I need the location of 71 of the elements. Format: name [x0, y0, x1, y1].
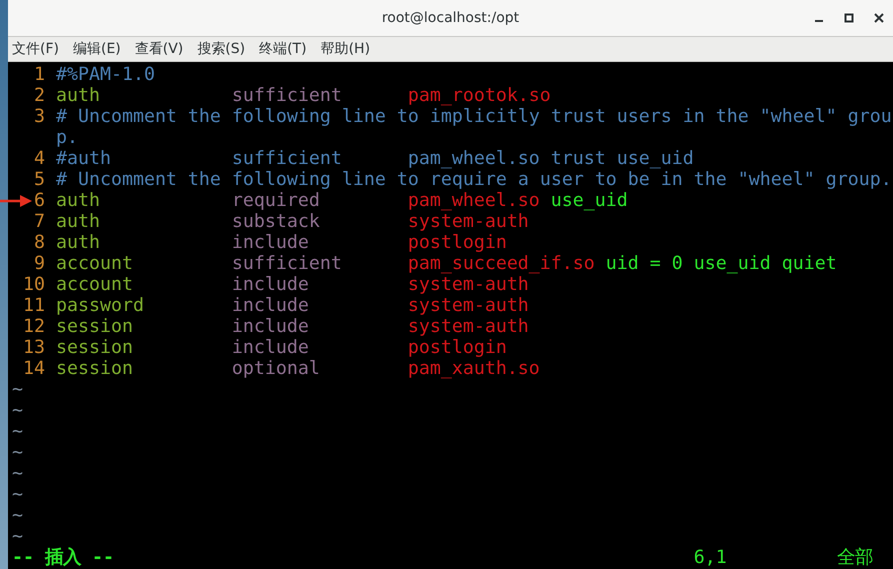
empty-line-marker: ~	[12, 379, 23, 400]
line-number: 9	[32, 253, 45, 274]
pam-control: include	[232, 337, 408, 358]
line-number: 5	[32, 169, 45, 190]
comment-text: pam_wheel.so	[408, 148, 540, 169]
line-number: 4	[32, 148, 45, 169]
comment-text: # Uncomment the following line to require a user to be in the "wheel" group.	[56, 169, 892, 190]
pam-type: session	[56, 337, 134, 358]
line-number: 11	[22, 295, 45, 316]
pam-module: pam_xauth.so	[408, 358, 540, 379]
empty-line-marker: ~	[12, 421, 23, 442]
mode-indicator: -- 插入 --	[12, 547, 115, 568]
pam-control: substack	[232, 211, 408, 232]
pam-control: sufficient	[232, 253, 408, 274]
pam-control: include	[232, 232, 408, 253]
pam-control: include	[232, 274, 408, 295]
pam-type: auth	[56, 190, 101, 211]
pam-module: system-auth	[408, 295, 529, 316]
line-number: 6	[32, 190, 45, 211]
empty-line-marker: ~	[12, 526, 23, 547]
menu-item[interactable]: 编辑(E)	[72, 40, 121, 58]
pam-module: pam_rootok.so	[408, 85, 551, 106]
empty-line-marker: ~	[12, 400, 23, 421]
empty-line-marker: ~	[12, 505, 23, 526]
menu-item[interactable]: 帮助(H)	[320, 40, 370, 58]
line-number: 3	[32, 106, 45, 129]
scroll-position: 全部	[836, 547, 873, 568]
pam-module: postlogin	[408, 337, 507, 358]
pam-type: auth	[56, 85, 101, 106]
line-number: 1	[32, 64, 45, 85]
pam-type: password	[56, 295, 145, 316]
empty-line-marker: ~	[12, 484, 23, 505]
menu-item[interactable]: 文件(F)	[12, 40, 59, 58]
line-number: 8	[32, 232, 45, 253]
comment-text: sufficient	[232, 148, 343, 169]
line-number: 12	[22, 316, 45, 337]
comment-text: trust use_uid	[550, 148, 694, 169]
pam-control: required	[232, 190, 408, 211]
line-number: 7	[32, 211, 45, 232]
pam-type: session	[56, 316, 134, 337]
window-title: root@localhost:/opt	[382, 10, 520, 26]
pam-module: postlogin	[408, 232, 507, 253]
comment-text: #auth	[56, 148, 112, 169]
comment-text: #%PAM-1.0	[56, 64, 155, 85]
cursor-position: 6,1	[694, 547, 728, 568]
pam-type: auth	[56, 211, 101, 232]
line-number: 14	[22, 358, 45, 379]
comment-text: # Uncomment the following line to implicitly trust users in the "wheel" group.	[56, 106, 892, 148]
pam-arguments: use_uid	[550, 190, 628, 211]
menu-item[interactable]: 终端(T)	[259, 40, 307, 58]
pam-control: include	[232, 316, 408, 337]
pam-control: include	[232, 295, 408, 316]
pam-type: session	[56, 358, 134, 379]
pam-control: sufficient	[232, 85, 408, 106]
menu-item[interactable]: 搜索(S)	[197, 40, 246, 58]
empty-line-marker: ~	[12, 442, 23, 463]
pam-module: pam_succeed_if.so	[408, 253, 595, 274]
pam-type: account	[56, 274, 134, 295]
empty-line-marker: ~	[12, 463, 23, 484]
pam-module: pam_wheel.so	[408, 190, 540, 211]
pam-module: system-auth	[408, 274, 529, 295]
pam-module: system-auth	[408, 211, 529, 232]
pam-control: optional	[232, 358, 408, 379]
line-number: 10	[22, 274, 45, 295]
line-number: 2	[32, 85, 45, 106]
line-number: 13	[22, 337, 45, 358]
pam-arguments: uid = 0 use_uid quiet	[606, 253, 837, 274]
pam-module: system-auth	[408, 316, 529, 337]
pam-type: auth	[56, 232, 101, 253]
pam-type: account	[56, 253, 134, 274]
menu-item[interactable]: 查看(V)	[134, 40, 184, 58]
